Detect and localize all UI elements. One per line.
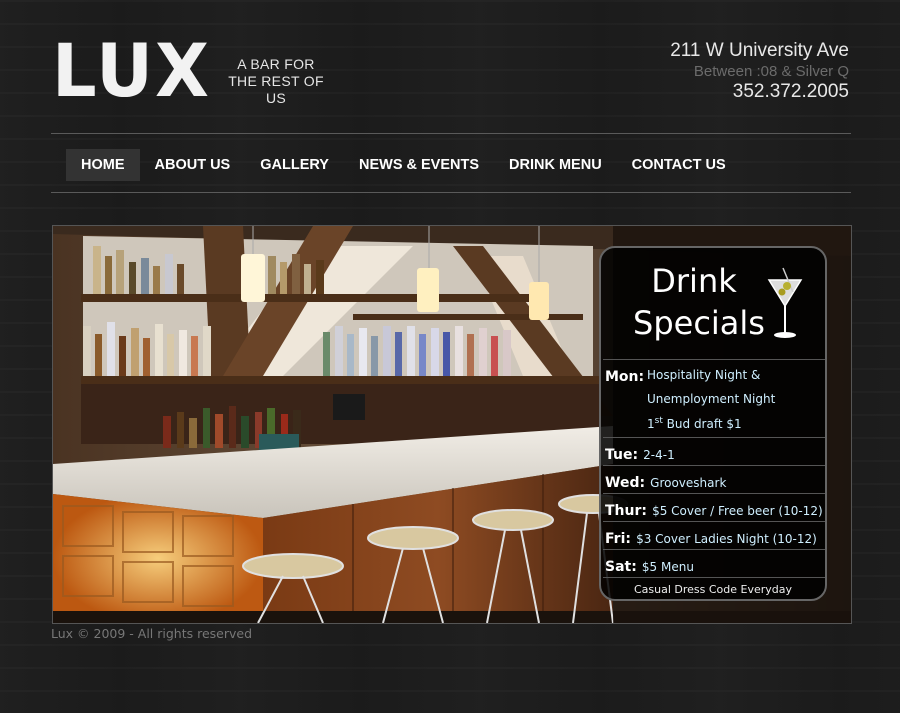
special-text: $5 Cover / Free beer (10-12) — [652, 504, 823, 518]
specials-divider — [603, 549, 825, 550]
copyright: Lux © 2009 - All rights reserved — [51, 626, 253, 641]
day-label: Mon: — [605, 369, 645, 385]
specials-divider — [603, 493, 825, 494]
special-text: Hospitality Night & — [647, 368, 761, 382]
dress-code-note: Casual Dress Code Everyday — [633, 583, 793, 596]
street-address: 211 W University Ave — [670, 40, 849, 61]
specials-title-line1: Drink — [651, 262, 737, 300]
specials-title: Drink Specials — [633, 260, 765, 344]
special-text-number: 1 — [647, 417, 655, 431]
day-label: Wed: — [605, 475, 646, 491]
specials-divider — [603, 359, 825, 360]
day-label: Sat: — [605, 559, 637, 575]
nav-home[interactable]: HOME — [66, 149, 140, 181]
specials-divider — [603, 521, 825, 522]
special-text: $3 Cover Ladies Night (10-12) — [636, 532, 817, 546]
specials-title-line2: Specials — [633, 304, 765, 342]
special-text: Grooveshark — [650, 476, 727, 490]
special-saturday: Sat: $5 Menu — [605, 556, 825, 575]
main-nav: HOME ABOUT US GALLERY NEWS & EVENTS DRIN… — [66, 149, 741, 181]
day-label: Fri: — [605, 531, 631, 547]
special-text: 1st Bud draft $1 — [647, 416, 742, 431]
special-wednesday: Wed: Grooveshark — [605, 472, 825, 491]
drink-specials-panel: Drink Specials Mon: Hospitality Night & … — [599, 246, 827, 601]
special-text: 2-4-1 — [643, 448, 675, 462]
nav-contact-us[interactable]: CONTACT US — [617, 149, 741, 181]
special-tuesday: Tue: 2-4-1 — [605, 444, 825, 463]
special-text: Unemployment Night — [647, 392, 776, 406]
tagline: A BAR FOR THE REST OF US — [228, 56, 324, 106]
address-block: 211 W University Ave Between :08 & Silve… — [670, 40, 849, 103]
nav-drink-menu[interactable]: DRINK MENU — [494, 149, 617, 181]
special-friday: Fri: $3 Cover Ladies Night (10-12) — [605, 528, 825, 547]
special-text: $5 Menu — [641, 560, 694, 574]
divider-top — [51, 133, 851, 134]
day-label: Thur: — [605, 503, 647, 519]
special-monday: Mon: Hospitality Night & Unemployment Ni… — [605, 366, 825, 431]
specials-divider — [603, 437, 825, 438]
day-label: Tue: — [605, 447, 639, 463]
nav-news-events[interactable]: NEWS & EVENTS — [344, 149, 494, 181]
logo[interactable]: LUX — [52, 34, 211, 108]
divider-bottom — [51, 192, 851, 193]
specials-divider — [603, 577, 825, 578]
special-text-sup: st — [654, 416, 663, 426]
martini-icon — [767, 267, 803, 338]
cross-streets: Between :08 & Silver Q — [693, 63, 849, 80]
nav-about-us[interactable]: ABOUT US — [140, 149, 246, 181]
specials-divider — [603, 465, 825, 466]
phone-number: 352.372.2005 — [732, 81, 849, 102]
special-text-rest: Bud draft $1 — [662, 417, 742, 431]
special-thursday: Thur: $5 Cover / Free beer (10-12) — [605, 500, 825, 519]
nav-gallery[interactable]: GALLERY — [245, 149, 344, 181]
